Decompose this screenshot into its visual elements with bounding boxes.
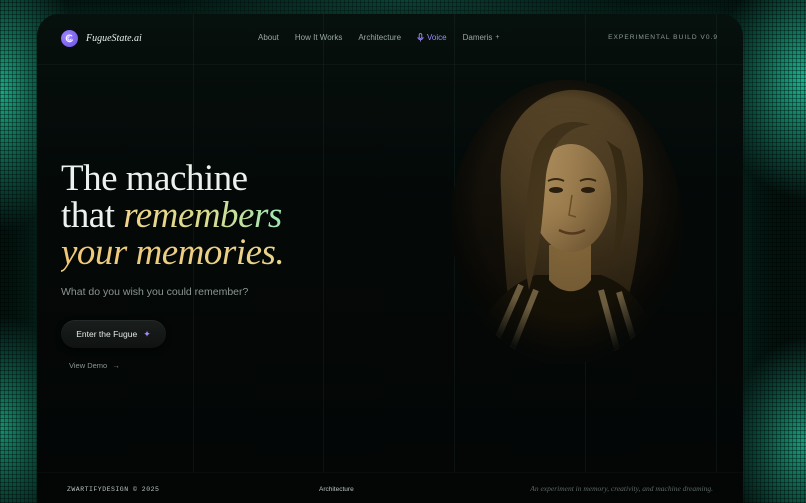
footer-tagline: An experiment in memory, creativity, and… [530,484,713,493]
hero-line-3-italic: your memories. [61,232,285,273]
top-nav: About How It Works Architecture Voice Da… [258,33,499,42]
hero-line-1: The machine [61,158,248,199]
portrait-image [451,80,681,364]
nav-item-voice-label: Voice [427,33,447,42]
grid-line [716,14,717,473]
microphone-icon [417,33,424,42]
hero-line-2-italic: remembers [123,195,282,236]
swirl-icon [61,30,78,47]
sparkle-icon: ✦ [143,328,151,339]
hero-line-2-plain: that [61,195,124,236]
nav-item-dameris-label: Dameris [462,33,493,42]
brand-name: FugueState.ai [86,33,142,44]
nav-item-dameris[interactable]: Dameris + [463,33,500,42]
brand[interactable]: FugueState.ai [61,30,142,47]
main-card: FugueState.ai About How It Works Archite… [37,14,743,503]
header-divider [37,64,743,65]
nav-item-voice[interactable]: Voice [417,33,447,42]
plus-icon: + [495,34,500,41]
build-label: EXPERIMENTAL BUILD V0.9 [608,34,718,41]
view-demo-link[interactable]: View Demo → [69,361,120,370]
grid-line [323,14,324,473]
enter-button-label: Enter the Fugue [76,329,138,339]
footer-copyright: ZWARTIFYDESIGN © 2025 [67,486,160,493]
nav-item-architecture[interactable]: Architecture [358,33,401,42]
nav-item-how-it-works[interactable]: How It Works [295,33,342,42]
view-demo-label: View Demo [69,361,108,370]
hero-title: The machine that remembers your memories… [61,158,285,273]
enter-the-fugue-button[interactable]: Enter the Fugue ✦ [61,320,166,348]
nav-item-about[interactable]: About [258,33,279,42]
arrow-right-icon: → [112,361,120,370]
footer: ZWARTIFYDESIGN © 2025 Architecture An ex… [37,472,743,503]
hero-subtitle: What do you wish you could remember? [61,286,249,298]
footer-link-architecture[interactable]: Architecture [319,486,354,493]
